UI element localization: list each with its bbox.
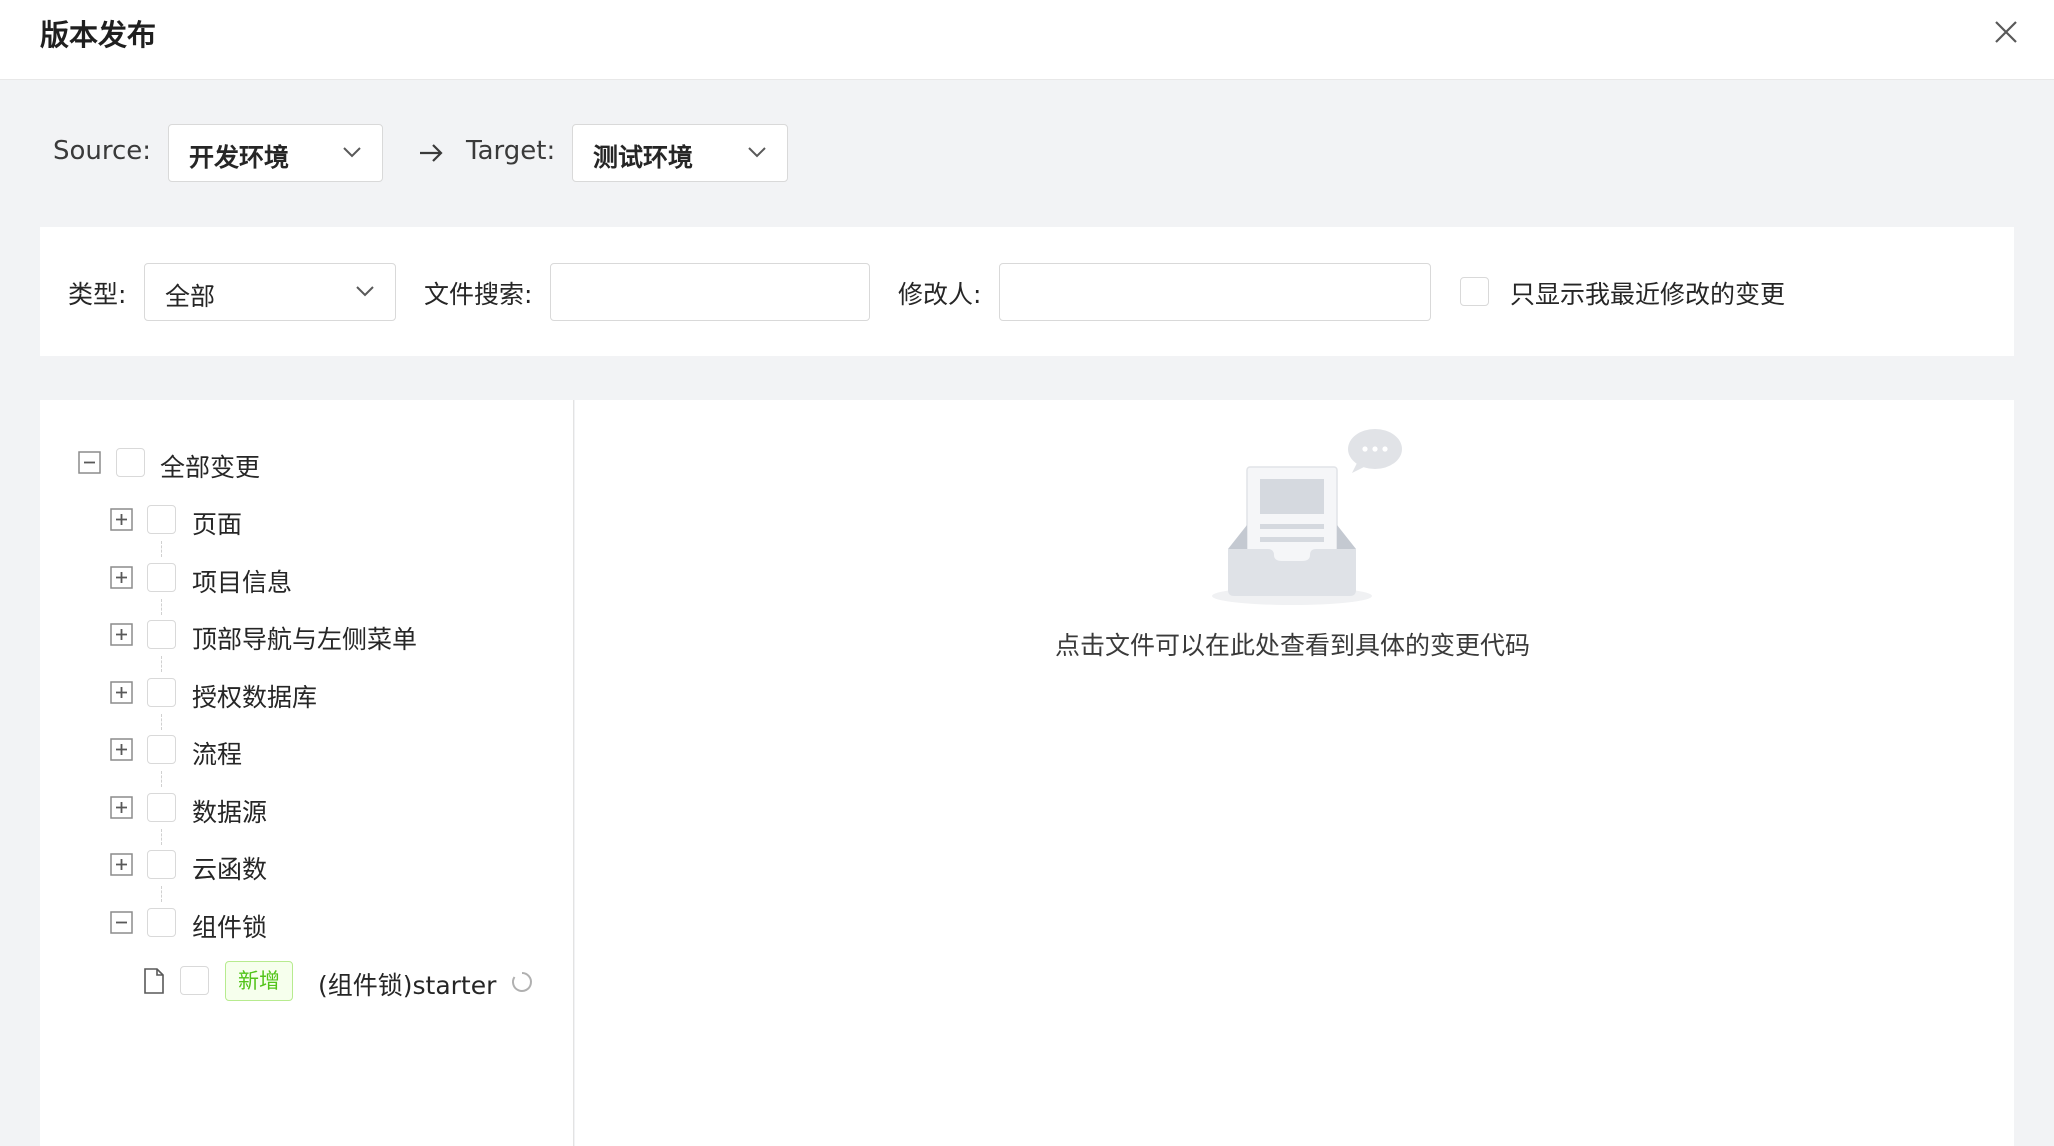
chevron-down-icon xyxy=(343,147,361,158)
expand-icon[interactable] xyxy=(110,508,133,531)
change-tree: 全部变更 页面 项目信息 顶部导航与左侧菜单 授权数据库 流程 数据源 云函数 … xyxy=(40,400,574,1146)
tree-node-label: 项目信息 xyxy=(192,568,293,597)
file-search-input[interactable] xyxy=(550,263,870,321)
tree-node-checkbox[interactable] xyxy=(147,505,176,534)
tree-leaf-label: (组件锁)starter xyxy=(318,971,497,1000)
dialog-header: 版本发布 xyxy=(0,0,2054,80)
collapse-icon[interactable] xyxy=(78,451,101,474)
tree-root-label: 全部变更 xyxy=(160,453,261,482)
close-icon[interactable] xyxy=(1988,14,2024,50)
collapse-icon[interactable] xyxy=(110,911,133,934)
target-select[interactable]: 测试环境 xyxy=(572,124,788,182)
type-value: 全部 xyxy=(165,282,216,311)
environment-row: Source: 开发环境 Target: 测试环境 xyxy=(0,124,2054,182)
expand-icon[interactable] xyxy=(110,623,133,646)
tree-node[interactable]: 数据源 xyxy=(40,788,574,828)
target-value: 测试环境 xyxy=(593,143,694,172)
expand-icon[interactable] xyxy=(110,796,133,819)
only-mine-checkbox[interactable] xyxy=(1460,277,1489,306)
empty-inbox-icon xyxy=(1212,429,1402,605)
tree-node-label: 数据源 xyxy=(192,798,268,827)
tree-root[interactable]: 全部变更 xyxy=(40,443,574,483)
tree-node[interactable]: 项目信息 xyxy=(40,558,574,598)
tree-root-checkbox[interactable] xyxy=(116,448,145,477)
tree-node-label: 授权数据库 xyxy=(192,683,318,712)
tree-node[interactable]: 页面 xyxy=(40,500,574,540)
tree-connector xyxy=(161,829,162,845)
file-search-label: 文件搜索: xyxy=(424,280,533,309)
tree-node-checkbox[interactable] xyxy=(147,908,176,937)
filter-panel: 类型: 全部 文件搜索: 修改人: 只显示我最近修改的变更 xyxy=(40,227,2014,356)
tree-node[interactable]: 云函数 xyxy=(40,845,574,885)
chevron-down-icon xyxy=(356,286,374,297)
tree-node-label: 云函数 xyxy=(192,855,268,884)
tree-node-checkbox[interactable] xyxy=(147,620,176,649)
arrow-right-icon xyxy=(420,144,443,162)
modifier-label: 修改人: xyxy=(898,280,982,309)
tree-node[interactable]: 授权数据库 xyxy=(40,673,574,713)
tree-node-label: 顶部导航与左侧菜单 xyxy=(192,625,418,654)
tree-connector xyxy=(161,714,162,730)
loading-icon xyxy=(512,972,532,992)
tree-node-checkbox[interactable] xyxy=(147,850,176,879)
file-icon xyxy=(144,968,164,994)
tree-node-checkbox[interactable] xyxy=(147,735,176,764)
change-detail-panel: 点击文件可以在此处查看到具体的变更代码 xyxy=(575,400,2014,1146)
source-select[interactable]: 开发环境 xyxy=(168,124,383,182)
tree-node-label: 组件锁 xyxy=(192,913,268,942)
chevron-down-icon xyxy=(748,147,766,158)
new-tag: 新增 xyxy=(225,961,293,1001)
tree-connector xyxy=(161,656,162,672)
tree-connector xyxy=(161,886,162,902)
expand-icon[interactable] xyxy=(110,738,133,761)
source-label: Source: xyxy=(53,136,152,166)
target-label: Target: xyxy=(466,136,556,166)
only-mine-label[interactable]: 只显示我最近修改的变更 xyxy=(1510,275,1785,311)
type-select[interactable]: 全部 xyxy=(144,263,396,321)
source-value: 开发环境 xyxy=(189,143,290,172)
tree-node-checkbox[interactable] xyxy=(147,793,176,822)
tree-node[interactable]: 组件锁 xyxy=(40,903,574,943)
expand-icon[interactable] xyxy=(110,681,133,704)
empty-hint-text: 点击文件可以在此处查看到具体的变更代码 xyxy=(1055,631,1531,660)
tree-leaf-checkbox[interactable] xyxy=(180,966,209,995)
dialog-title: 版本发布 xyxy=(40,18,157,52)
type-label: 类型: xyxy=(68,280,127,309)
modifier-input[interactable] xyxy=(999,263,1431,321)
tree-connector xyxy=(161,771,162,787)
tree-node-label: 流程 xyxy=(192,740,243,769)
tree-node[interactable]: 流程 xyxy=(40,730,574,770)
tree-node-checkbox[interactable] xyxy=(147,563,176,592)
tree-node-checkbox[interactable] xyxy=(147,678,176,707)
tree-connector xyxy=(161,599,162,615)
tree-leaf[interactable]: 新增 (组件锁)starter xyxy=(40,961,574,1001)
expand-icon[interactable] xyxy=(110,566,133,589)
expand-icon[interactable] xyxy=(110,853,133,876)
tree-connector xyxy=(161,541,162,557)
tree-node[interactable]: 顶部导航与左侧菜单 xyxy=(40,615,574,655)
tree-node-label: 页面 xyxy=(192,510,243,539)
